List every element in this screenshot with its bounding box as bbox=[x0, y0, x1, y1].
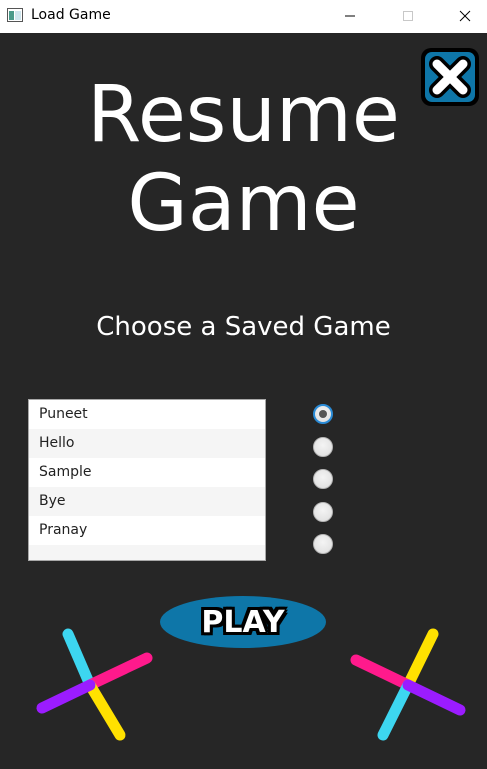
minimize-button[interactable] bbox=[327, 0, 373, 31]
list-item[interactable]: Puneet bbox=[29, 400, 265, 429]
app-window-icon bbox=[7, 8, 23, 22]
title-bar: Load Game bbox=[0, 0, 487, 33]
minimize-icon bbox=[345, 15, 355, 16]
list-item[interactable]: Sample bbox=[29, 458, 265, 487]
radio-save-4[interactable] bbox=[313, 502, 333, 522]
list-item[interactable]: Pranay bbox=[29, 516, 265, 545]
load-game-window: Load Game Resume Game Choose a Saved Gam… bbox=[0, 0, 487, 769]
play-button[interactable]: PLAY bbox=[160, 596, 326, 648]
close-icon bbox=[459, 10, 471, 21]
maximize-icon bbox=[403, 10, 413, 21]
window-title: Load Game bbox=[31, 7, 111, 23]
page-title-line1: Resume bbox=[87, 70, 400, 160]
page-subtitle: Choose a Saved Game bbox=[96, 312, 391, 342]
pinwheel-icon bbox=[36, 628, 153, 741]
saved-games-list[interactable]: Puneet Hello Sample Bye Pranay bbox=[28, 399, 266, 561]
list-item[interactable]: Bye bbox=[29, 487, 265, 516]
list-item[interactable]: Hello bbox=[29, 429, 265, 458]
pinwheel-icon bbox=[350, 628, 466, 741]
radio-save-1[interactable] bbox=[313, 404, 333, 424]
radio-save-2[interactable] bbox=[313, 437, 333, 457]
list-item-empty bbox=[29, 545, 265, 560]
play-button-background bbox=[160, 596, 326, 648]
radio-save-3[interactable] bbox=[313, 469, 333, 489]
radio-save-5[interactable] bbox=[313, 534, 333, 554]
page-title-line2: Game bbox=[127, 159, 360, 249]
window-close-button[interactable] bbox=[442, 0, 487, 31]
radio-dot bbox=[319, 410, 327, 418]
maximize-button[interactable] bbox=[385, 0, 431, 31]
